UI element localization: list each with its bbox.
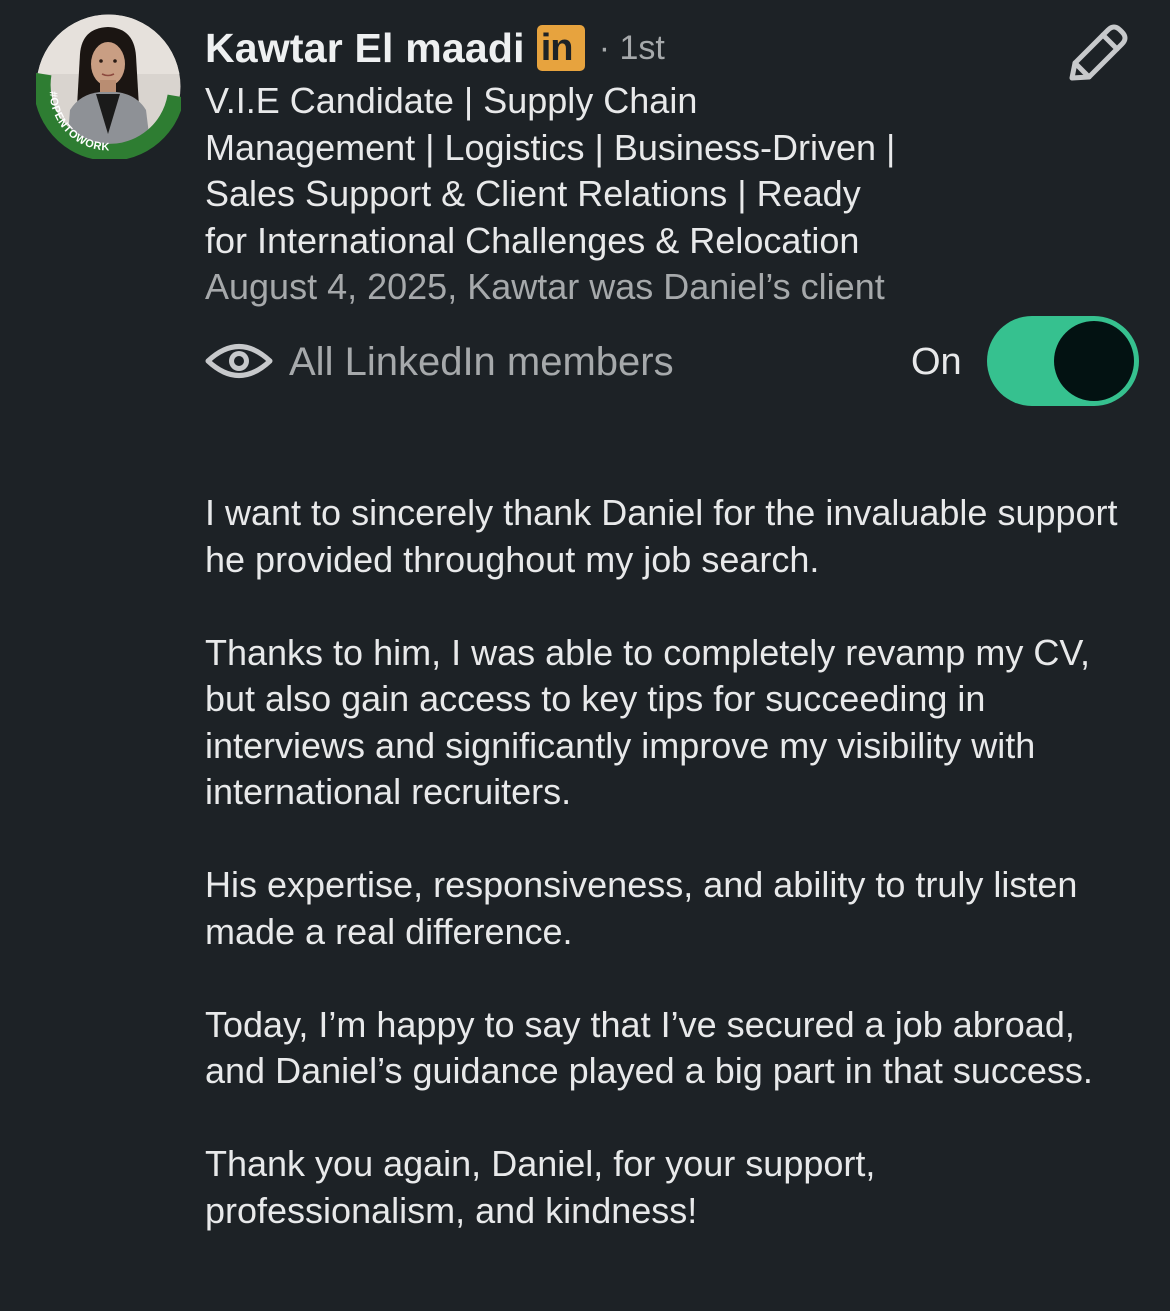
- recommendation-paragraph: His expertise, responsiveness, and abili…: [205, 864, 1078, 952]
- visibility-toggle[interactable]: [987, 316, 1139, 406]
- connection-degree: · 1st: [598, 28, 665, 67]
- pencil-icon: [1069, 24, 1128, 81]
- headline-line: Management | Logistics | Business-Driven…: [205, 126, 896, 168]
- headline-line: Sales Support & Client Relations | Ready: [205, 173, 861, 214]
- edit-button[interactable]: [1060, 20, 1132, 86]
- recommendation-text: I want to sincerely thank Daniel for the…: [205, 490, 1140, 1281]
- recommendation-paragraph: Thanks to him, I was able to completely …: [205, 631, 1091, 813]
- author-headline: V.I.E Candidate | Supply Chain Managemen…: [205, 78, 1005, 264]
- recommendation-paragraph: Today, I’m happy to say that I’ve secure…: [205, 1003, 1093, 1092]
- badge-text: in: [540, 27, 574, 69]
- linkedin-premium-badge-icon: in: [536, 25, 585, 71]
- avatar: #OPENTOWORK: [36, 14, 181, 159]
- visibility-label: All LinkedIn members: [289, 340, 674, 384]
- toggle-knob: [1054, 321, 1134, 401]
- visibility-row: All LinkedIn members On: [205, 316, 1140, 408]
- headline-line: V.I.E Candidate | Supply Chain: [205, 80, 698, 121]
- headline-line: for International Challenges & Relocatio…: [205, 219, 860, 261]
- recommendation-paragraph: Thank you again, Daniel, for your suppor…: [205, 1143, 876, 1231]
- eye-icon: [205, 344, 273, 378]
- author-name[interactable]: Kawtar El maadi: [205, 25, 525, 72]
- recommendation-meta: August 4, 2025, Kawtar was Daniel’s clie…: [205, 266, 885, 307]
- recommendation-paragraph: I want to sincerely thank Daniel for the…: [205, 492, 1118, 580]
- profile-avatar[interactable]: #OPENTOWORK: [36, 14, 181, 159]
- recommendation-header: Kawtar El maadi in · 1st V.I.E Candidate…: [205, 22, 1025, 311]
- toggle-state-label: On: [911, 341, 962, 383]
